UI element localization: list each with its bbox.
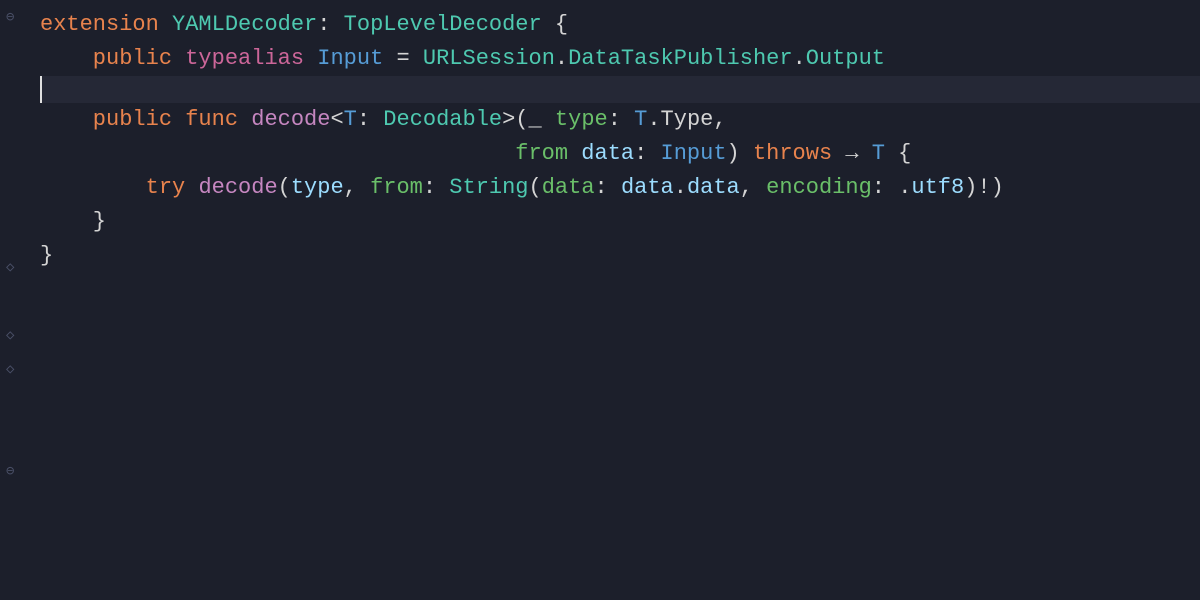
close-parens-bang: )!)	[964, 171, 1004, 205]
angle-close-paren: >(_	[502, 103, 555, 137]
fold-icon-3[interactable]: ◇	[6, 326, 14, 348]
code-line-8: }	[40, 239, 1200, 273]
brace-open-2: {	[885, 137, 911, 171]
prop-data: data	[687, 171, 740, 205]
paren-open-3: (	[529, 171, 542, 205]
code-line-4: public func decode<T: Decodable>(_ type:…	[40, 103, 1200, 137]
keyword-extension: extension	[40, 8, 172, 42]
generic-t: T	[344, 103, 357, 137]
var-data: data	[621, 171, 674, 205]
keyword-throws: throws	[753, 137, 832, 171]
colon-6: :	[595, 171, 621, 205]
text-cursor	[40, 76, 42, 102]
arg-type: type	[291, 171, 344, 205]
enum-utf8: utf8	[911, 171, 964, 205]
param-data-name: data	[581, 137, 634, 171]
paren-close: )	[727, 137, 753, 171]
equals-1: =	[383, 42, 423, 76]
colon-4: :	[634, 137, 660, 171]
colon-3: :	[608, 103, 634, 137]
type-t: T	[634, 103, 647, 137]
code-editor[interactable]: extension YAMLDecoder: TopLevelDecoder {…	[32, 0, 1200, 600]
type-input-2: Input	[661, 137, 727, 171]
type-urlsession: URLSession	[423, 42, 555, 76]
dot-2: .	[793, 42, 806, 76]
fold-icon-2[interactable]: ◇	[6, 258, 14, 280]
param-from-label: from	[515, 137, 581, 171]
keyword-public-2: public	[40, 103, 185, 137]
type-string: String	[449, 171, 528, 205]
code-line-1: extension YAMLDecoder: TopLevelDecoder {	[40, 8, 1200, 42]
type-output: Output	[806, 42, 885, 76]
code-line-3[interactable]	[40, 76, 1200, 102]
keyword-public-1: public	[40, 42, 185, 76]
keyword-typealias: typealias	[185, 42, 317, 76]
type-topleveldecoder: TopLevelDecoder	[344, 8, 542, 42]
colon-2: :	[357, 103, 383, 137]
label-from: from	[370, 171, 423, 205]
type-yamldecoder: YAMLDecoder	[172, 8, 317, 42]
dottype: .Type,	[647, 103, 726, 137]
keyword-func: func	[185, 103, 251, 137]
arrow: →	[832, 137, 872, 171]
keyword-try: try	[40, 171, 198, 205]
label-encoding: encoding	[766, 171, 872, 205]
code-line-2: public typealias Input = URLSession.Data…	[40, 42, 1200, 76]
code-line-6: try decode(type, from: String(data: data…	[40, 171, 1200, 205]
closing-brace-inner: }	[40, 205, 106, 239]
colon-dot: : .	[872, 171, 912, 205]
type-input: Input	[317, 42, 383, 76]
label-data: data	[542, 171, 595, 205]
fold-icon-1[interactable]: ⊖	[6, 8, 14, 30]
fold-icon-4[interactable]: ◇	[6, 360, 14, 382]
closing-brace-outer: }	[40, 239, 53, 273]
colon-1: :	[317, 8, 343, 42]
paren-open-2: (	[278, 171, 291, 205]
param-type-label: type	[555, 103, 608, 137]
code-line-7: }	[40, 205, 1200, 239]
type-datataskpublisher: DataTaskPublisher	[568, 42, 792, 76]
dot-3: .	[674, 171, 687, 205]
indent-spaces-5	[40, 137, 515, 171]
fold-icon-5[interactable]: ⊖	[6, 462, 14, 484]
colon-5: :	[423, 171, 449, 205]
gutter: ⊖ ◇ ◇ ◇ ⊖	[0, 0, 32, 600]
angle-open: <	[330, 103, 343, 137]
return-t: T	[872, 137, 885, 171]
type-decodable: Decodable	[383, 103, 502, 137]
code-line-5: from data: Input) throws → T {	[40, 137, 1200, 171]
brace-open-1: {	[542, 8, 568, 42]
comma-1: ,	[344, 171, 370, 205]
func-decode-2: decode	[198, 171, 277, 205]
dot-1: .	[555, 42, 568, 76]
comma-2: ,	[740, 171, 766, 205]
func-decode: decode	[251, 103, 330, 137]
